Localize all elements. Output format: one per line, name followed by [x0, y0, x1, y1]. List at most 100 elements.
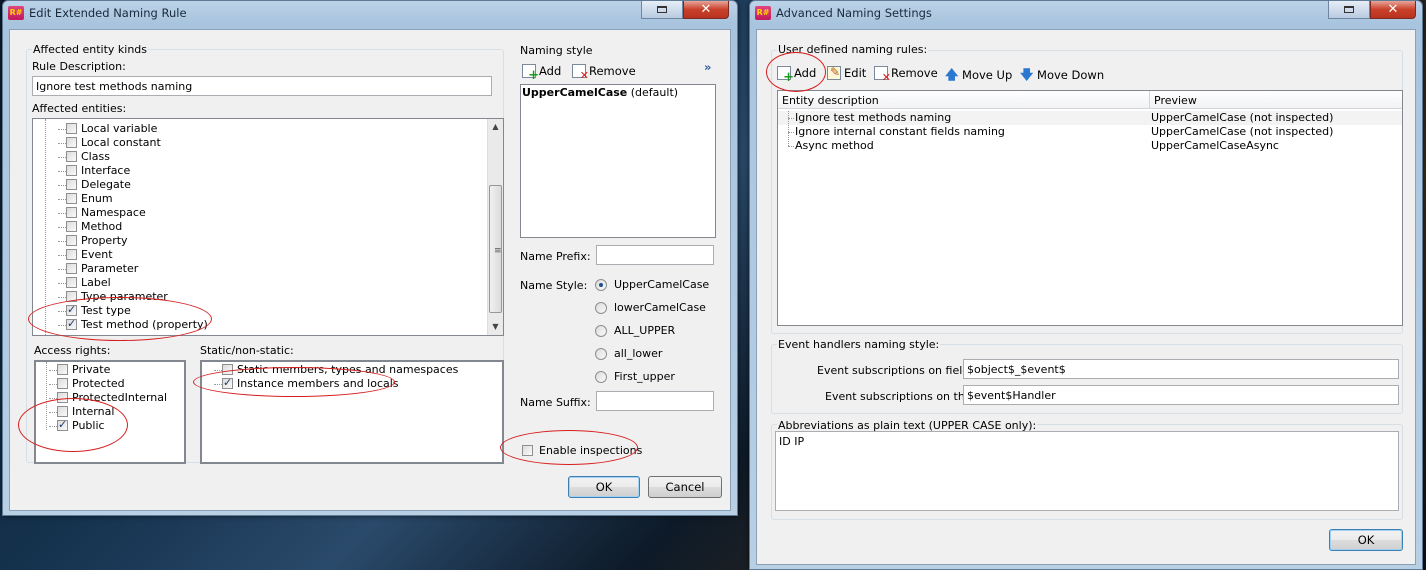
entity-checkbox[interactable]: [66, 263, 77, 274]
entity-label: Delegate: [81, 178, 131, 191]
tree-connector: [58, 227, 66, 228]
ok-button[interactable]: OK: [1329, 529, 1403, 551]
rule-description: Ignore test methods naming: [795, 111, 952, 124]
event-fields-field[interactable]: $object$_$event$: [963, 359, 1399, 379]
rule-row[interactable]: Async method UpperCamelCaseAsync: [778, 139, 1402, 153]
rule-add-button[interactable]: Add: [777, 66, 817, 85]
title-bar[interactable]: R# Edit Extended Naming Rule ✕: [3, 1, 737, 25]
style-remove-button[interactable]: Remove: [572, 64, 636, 82]
access-rights-list[interactable]: Private Protected ProtectedInternal Interna…: [34, 360, 186, 464]
entity-checkbox[interactable]: [66, 179, 77, 190]
rules-grid[interactable]: Entity description Preview Ignore test m…: [777, 90, 1403, 326]
maximize-button[interactable]: [1328, 1, 1370, 19]
close-button[interactable]: ✕: [683, 1, 729, 19]
static-option-label: Static members, types and namespaces: [237, 363, 459, 376]
tree-connector: [58, 171, 66, 172]
ok-button[interactable]: OK: [568, 476, 640, 498]
name-style-option-label[interactable]: all_lower: [614, 347, 662, 360]
enable-inspections-checkbox[interactable]: [522, 445, 533, 456]
entity-checkbox[interactable]: [66, 317, 77, 330]
column-header-entity[interactable]: Entity description: [778, 91, 1150, 109]
abbreviations-textarea[interactable]: ID IP: [775, 431, 1399, 511]
maximize-button[interactable]: [641, 1, 683, 19]
entity-checkbox[interactable]: [66, 137, 77, 148]
access-right-checkbox[interactable]: [57, 364, 68, 375]
tree-connector: [58, 143, 66, 144]
entity-checkbox[interactable]: [66, 249, 77, 260]
entity-checkbox[interactable]: [66, 235, 77, 246]
rule-preview: UpperCamelCase (not inspected): [1151, 125, 1334, 138]
entity-checkbox[interactable]: [66, 207, 77, 218]
name-style-radio[interactable]: [595, 302, 607, 314]
tree-connector: [58, 297, 66, 298]
entity-checkbox[interactable]: [66, 123, 77, 134]
rule-move-down-button[interactable]: 🡇 Move Down: [1020, 66, 1104, 88]
enable-inspections-label[interactable]: Enable inspections: [539, 444, 642, 457]
name-style-option-label[interactable]: ALL_UPPER: [614, 324, 675, 337]
tree-connector: [58, 325, 66, 326]
scroll-thumb[interactable]: ≡: [489, 185, 502, 313]
access-right-label: Public: [72, 419, 105, 432]
dialog-client: Affected entity kinds Rule Description: …: [9, 29, 731, 511]
scroll-down-arrow[interactable]: ▼: [488, 322, 503, 331]
title-bar[interactable]: R# Advanced Naming Settings ✕: [750, 1, 1422, 25]
entity-checkbox[interactable]: [66, 151, 77, 162]
cancel-button[interactable]: Cancel: [648, 476, 722, 498]
naming-styles-list[interactable]: UpperCamelCase (default): [520, 84, 716, 238]
name-style-radio[interactable]: [595, 325, 607, 337]
static-list[interactable]: Static members, types and namespacesInst…: [200, 360, 504, 464]
name-suffix-field[interactable]: [596, 391, 714, 411]
tree-connector: [58, 255, 66, 256]
entities-scrollbar[interactable]: ▲ ≡ ▼: [487, 119, 503, 335]
name-style-radio[interactable]: [595, 279, 607, 291]
rule-row[interactable]: Ignore internal constant fields naming Up…: [778, 125, 1402, 139]
name-style-option-label[interactable]: First_upper: [614, 370, 675, 383]
access-right-checkbox[interactable]: [57, 392, 68, 403]
rule-description-field[interactable]: Ignore test methods naming: [32, 76, 492, 96]
rule-description-value: Ignore test methods naming: [36, 80, 193, 93]
event-this-field[interactable]: $event$Handler: [963, 385, 1399, 405]
static-option-checkbox[interactable]: [222, 364, 233, 375]
rule-row[interactable]: Ignore test methods naming UpperCamelCase…: [778, 111, 1402, 125]
scroll-up-arrow[interactable]: ▲: [488, 122, 503, 131]
tree-connector: [49, 426, 57, 427]
close-button[interactable]: ✕: [1370, 1, 1416, 19]
entity-checkbox[interactable]: [66, 165, 77, 176]
access-right-checkbox[interactable]: [57, 378, 68, 389]
entity-checkbox[interactable]: [66, 303, 77, 316]
entity-checkbox[interactable]: [66, 291, 77, 302]
rule-description: Ignore internal constant fields naming: [795, 125, 1005, 138]
name-style-option-label[interactable]: lowerCamelCase: [614, 301, 706, 314]
name-style-radio[interactable]: [595, 371, 607, 383]
access-right-checkbox[interactable]: [57, 418, 68, 431]
rule-remove-button[interactable]: Remove: [874, 66, 938, 84]
entity-label: Namespace: [81, 206, 146, 219]
add-icon: [522, 64, 539, 83]
name-prefix-field[interactable]: [596, 245, 714, 265]
column-header-preview[interactable]: Preview: [1150, 91, 1402, 109]
tree-connector: [49, 412, 57, 413]
access-right-checkbox[interactable]: [57, 406, 68, 417]
entity-label: Event: [81, 248, 113, 261]
style-item-selected[interactable]: UpperCamelCase (default): [521, 86, 715, 100]
affected-entities-list[interactable]: Local variable Local constant Class Interfa…: [32, 118, 504, 336]
static-option-checkbox[interactable]: [222, 376, 233, 389]
name-style-radio[interactable]: [595, 348, 607, 360]
style-add-button[interactable]: Add: [522, 64, 561, 83]
entity-checkbox[interactable]: [66, 193, 77, 204]
tree-connector: [49, 384, 57, 385]
tree-connector: [49, 370, 57, 371]
rule-move-up-button[interactable]: 🡅 Move Up: [945, 66, 1012, 88]
tree-connector: [58, 241, 66, 242]
more-icon[interactable]: »: [704, 60, 711, 74]
name-style-option-label[interactable]: UpperCamelCase: [614, 278, 709, 291]
entity-label: Type parameter: [81, 290, 168, 303]
entity-checkbox[interactable]: [66, 277, 77, 288]
rule-add-label: Add: [794, 66, 817, 80]
entity-label: Local constant: [81, 136, 161, 149]
entity-checkbox[interactable]: [66, 221, 77, 232]
rule-edit-button[interactable]: Edit: [827, 65, 866, 80]
tree-connector: [214, 370, 222, 371]
affected-kinds-group-title: Affected entity kinds: [32, 43, 149, 56]
window-title: Advanced Naming Settings: [776, 6, 932, 20]
